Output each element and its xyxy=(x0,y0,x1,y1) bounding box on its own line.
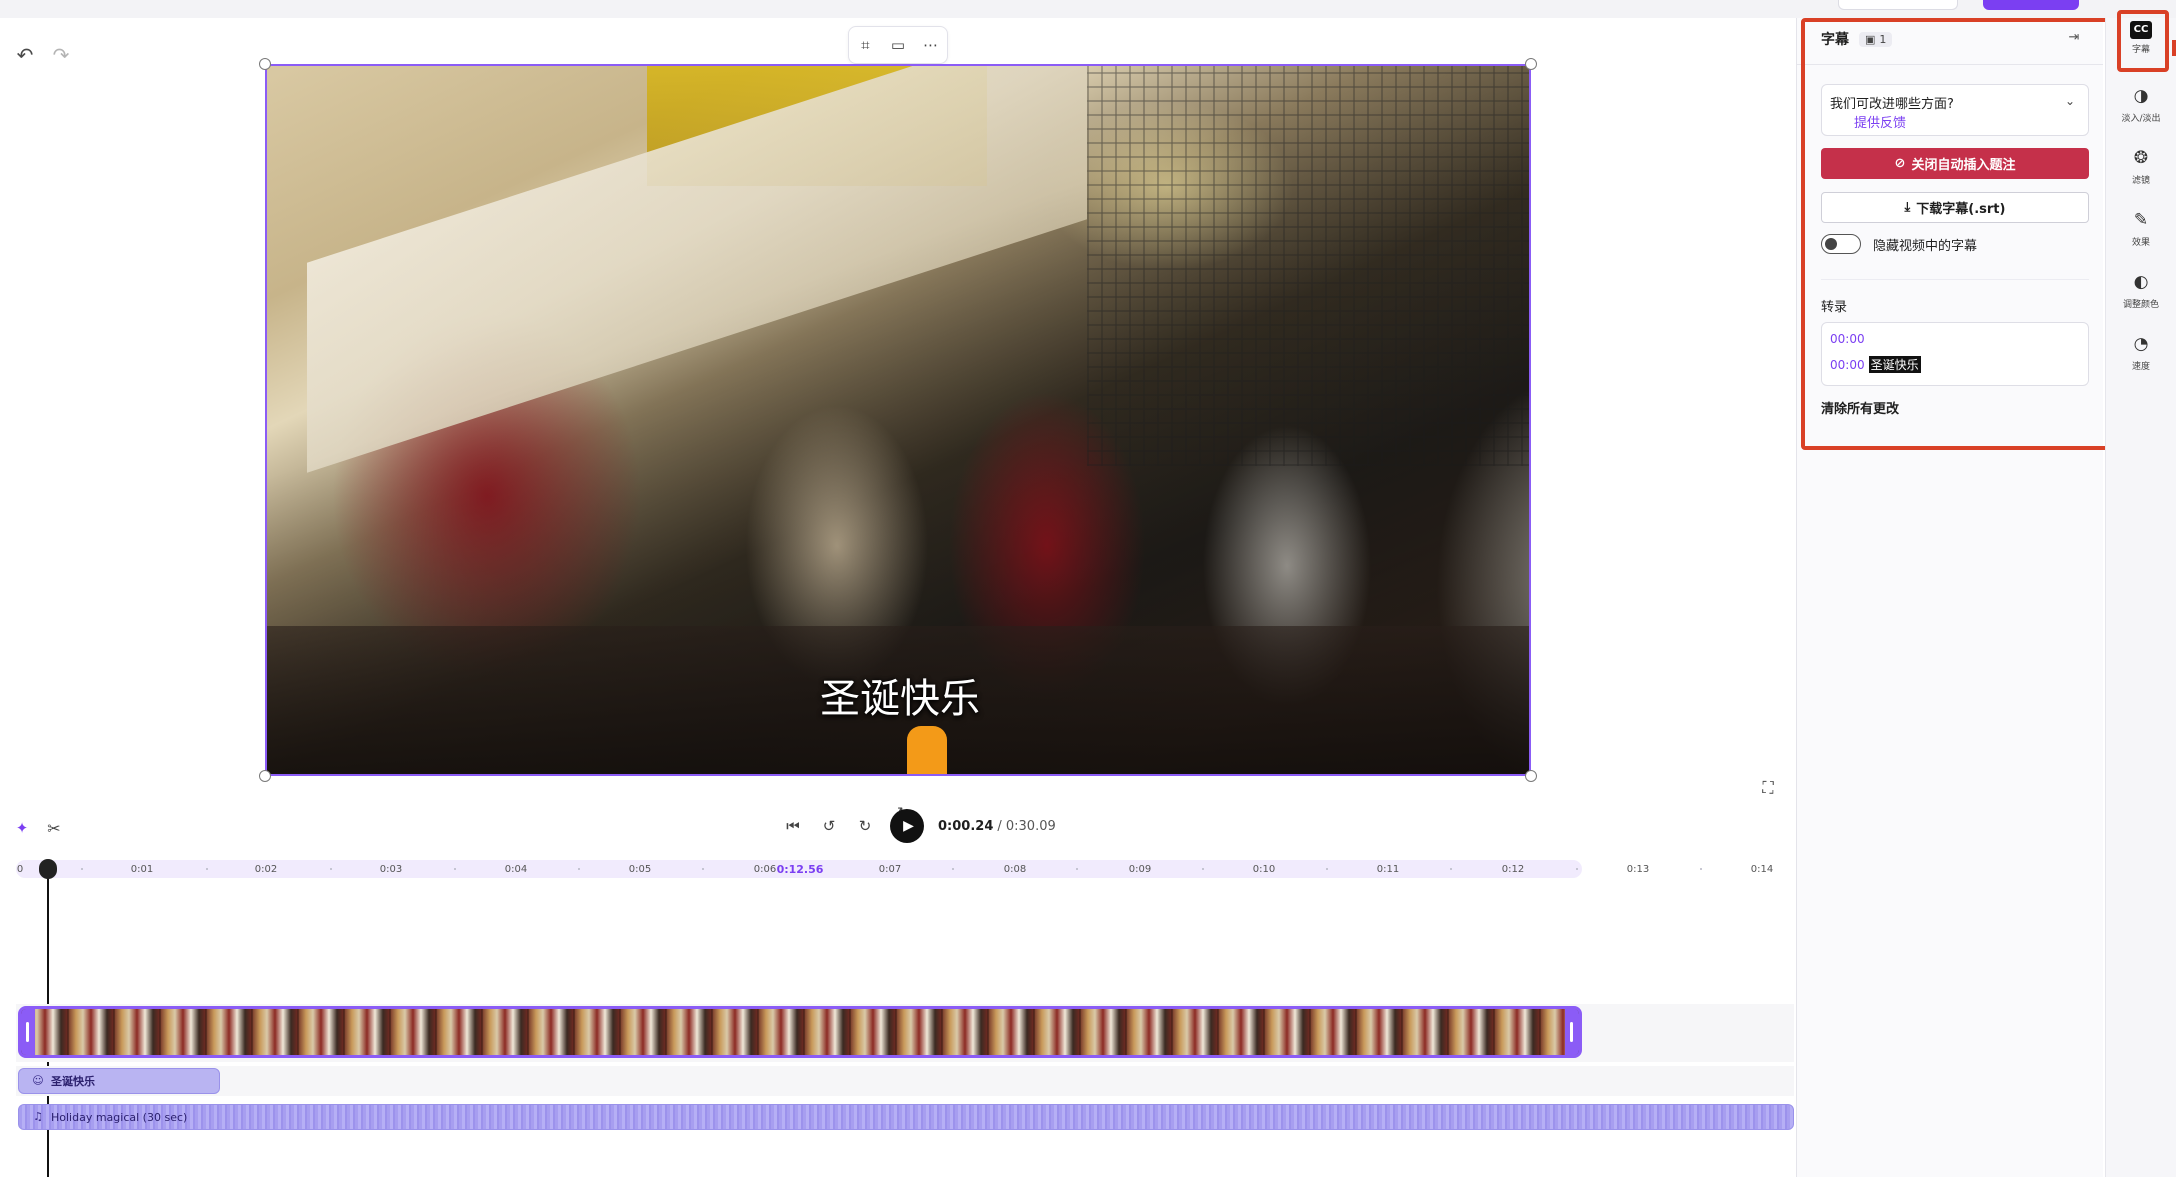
ruler-minor-tick xyxy=(1450,868,1452,870)
filters-icon: ❂ xyxy=(2133,148,2149,168)
ruler-tick: 0:13 xyxy=(1626,864,1650,875)
ruler-tick: 0 xyxy=(16,864,24,875)
ruler-tick: 0:04 xyxy=(504,864,528,875)
rail-item-effects[interactable]: ✎ 效果 xyxy=(2111,202,2171,254)
scissors-icon[interactable]: ✂ xyxy=(43,818,65,840)
caption-person-icon: ☺ xyxy=(32,1074,44,1087)
ruler-minor-tick xyxy=(1326,868,1328,870)
redo-icon[interactable]: ↷ xyxy=(46,40,76,70)
audio-clip[interactable]: ♫ Holiday magical (30 sec) xyxy=(18,1104,1794,1130)
rail-item-speed[interactable]: ◔ 速度 xyxy=(2111,326,2171,378)
fullscreen-icon[interactable]: ⛶ xyxy=(1756,776,1780,800)
current-time: 0:00.24 xyxy=(938,818,994,834)
highlight-edge-marker xyxy=(2172,40,2176,56)
rail-label: 滤镜 xyxy=(2131,176,2150,186)
ruler-tick: 0:06 xyxy=(753,864,777,875)
rail-label: 速度 xyxy=(2131,362,2150,372)
ruler-minor-tick xyxy=(1700,868,1702,870)
clip-trim-handle-left[interactable] xyxy=(21,1009,35,1055)
ruler-minor-tick xyxy=(206,868,208,870)
caption-clip[interactable]: ☺ 圣诞快乐 xyxy=(18,1068,220,1094)
caption-clip-label: 圣诞快乐 xyxy=(51,1075,95,1088)
ruler-minor-tick xyxy=(454,868,456,870)
top-secondary-button[interactable] xyxy=(1838,0,1958,10)
captions-rail-highlight xyxy=(2117,10,2169,72)
ruler-minor-tick xyxy=(1202,868,1204,870)
ruler-minor-tick xyxy=(702,868,704,870)
ruler-tick: 0:12 xyxy=(1501,864,1525,875)
ruler-tick: 0:14 xyxy=(1750,864,1774,875)
ruler-tick: 0:01 xyxy=(130,864,154,875)
skip-to-start-icon[interactable]: ⏮ xyxy=(782,815,804,837)
undo-icon[interactable]: ↶ xyxy=(10,40,40,70)
playback-controls: ⏮ ↺ ↻ ▶ 0:00.24 / 0:30.09 xyxy=(782,806,1056,846)
ruler-minor-tick xyxy=(1576,868,1578,870)
ruler-minor-tick xyxy=(81,868,83,870)
resize-handle-bottom-left[interactable] xyxy=(259,770,271,782)
play-button[interactable]: ▶ xyxy=(890,809,924,843)
fade-icon: ◑ xyxy=(2133,86,2149,106)
ruler-tick: 0:11 xyxy=(1376,864,1400,875)
fit-icon[interactable]: ▭ xyxy=(886,33,910,57)
rail-label: 调整颜色 xyxy=(2122,300,2159,310)
ruler-minor-tick xyxy=(1076,868,1078,870)
audio-clip-label: Holiday magical (30 sec) xyxy=(51,1110,188,1124)
ruler-minor-tick xyxy=(578,868,580,870)
music-note-icon: ♫ xyxy=(33,1110,43,1123)
ruler-current-marker: 0:12.56 xyxy=(776,863,824,876)
timeline-ruler[interactable]: 0 0:01 0:02 0:03 0:04 0:05 0:06 0:07 0:0… xyxy=(16,858,1794,880)
caption-track-lane xyxy=(16,1066,1794,1096)
rail-item-adjust-colors[interactable]: ◐ 调整颜色 xyxy=(2111,264,2171,316)
ai-sparkle-icon[interactable]: ✦ xyxy=(12,818,32,838)
total-time: / 0:30.09 xyxy=(997,818,1056,834)
ruler-tick: 0:02 xyxy=(254,864,278,875)
playhead-handle[interactable] xyxy=(39,859,57,879)
video-caption: 圣诞快乐 xyxy=(820,676,980,722)
rail-label: 效果 xyxy=(2131,238,2150,248)
adjust-colors-icon: ◐ xyxy=(2133,272,2149,292)
rail-label: 淡入/淡出 xyxy=(2121,114,2161,124)
video-scene-bottle xyxy=(907,726,947,774)
ruler-tick: 0:03 xyxy=(379,864,403,875)
rail-item-filters[interactable]: ❂ 滤镜 xyxy=(2111,140,2171,192)
ruler-tick: 0:05 xyxy=(628,864,652,875)
resize-handle-top-left[interactable] xyxy=(259,58,271,70)
canvas-toolbar: ⌗ ▭ ⋯ xyxy=(848,26,948,64)
more-icon[interactable]: ⋯ xyxy=(919,33,943,57)
crop-icon[interactable]: ⌗ xyxy=(853,33,877,57)
ruler-tick: 0:08 xyxy=(1003,864,1027,875)
ruler-minor-tick xyxy=(330,868,332,870)
ruler-minor-tick xyxy=(952,868,954,870)
resize-handle-top-right[interactable] xyxy=(1525,58,1537,70)
ruler-tick: 0:07 xyxy=(878,864,902,875)
video-clip[interactable] xyxy=(18,1006,1582,1058)
ruler-tick: 0:10 xyxy=(1252,864,1276,875)
app-window: ↶ ↷ ⌗ ▭ ⋯ 圣诞快乐 ↻ ⛶ ✦ ✂ ⏮ ↺ ↻ ▶ 0:00.24 /… xyxy=(0,0,2176,1177)
effects-icon: ✎ xyxy=(2133,210,2149,230)
clip-trim-handle-right[interactable] xyxy=(1565,1009,1579,1055)
video-preview[interactable]: 圣诞快乐 xyxy=(265,64,1531,776)
captions-panel-highlight xyxy=(1801,18,2111,450)
forward-5-icon[interactable]: ↻ xyxy=(854,815,876,837)
rail-item-fade[interactable]: ◑ 淡入/淡出 xyxy=(2111,78,2171,130)
top-primary-button[interactable] xyxy=(1983,0,2079,10)
ruler-tick: 0:09 xyxy=(1128,864,1152,875)
speed-icon: ◔ xyxy=(2133,334,2149,354)
resize-handle-bottom-right[interactable] xyxy=(1525,770,1537,782)
rewind-5-icon[interactable]: ↺ xyxy=(818,815,840,837)
